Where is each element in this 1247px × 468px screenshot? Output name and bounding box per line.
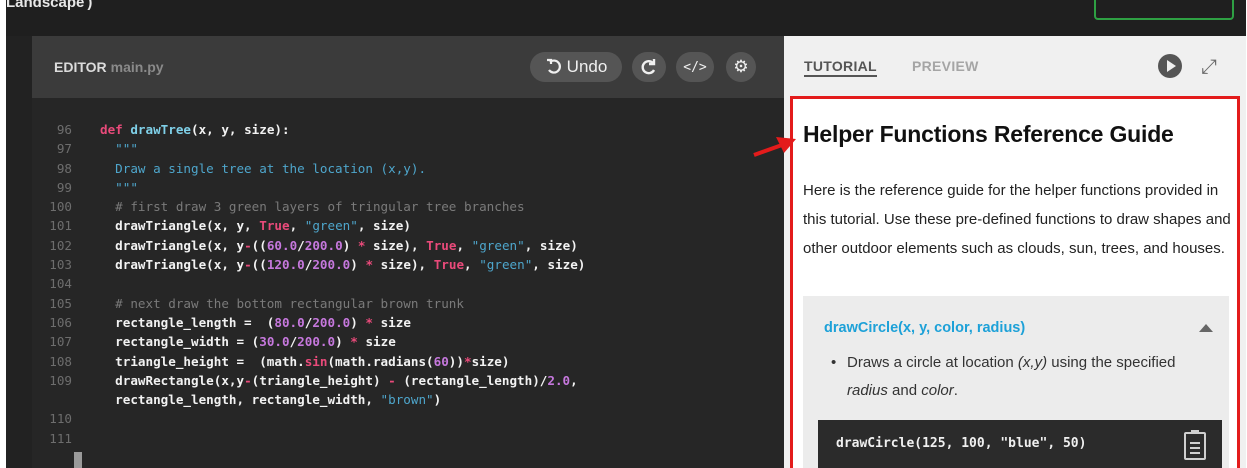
line-number: 106 bbox=[49, 314, 72, 330]
code-line: 105 # next draw the bottom rectangular b… bbox=[32, 294, 784, 313]
editor-filename: main.py bbox=[110, 59, 164, 75]
line-number: 105 bbox=[49, 295, 72, 311]
editor-title: EDITOR main.py bbox=[54, 59, 164, 75]
code-text: triangle_height = (math.sin(math.radians… bbox=[100, 353, 510, 369]
code-text: """ bbox=[100, 141, 138, 157]
undo-label: Undo bbox=[566, 57, 608, 76]
code-text: drawTriangle(x, y-((60.0/200.0) * size),… bbox=[100, 237, 578, 253]
line-number: 100 bbox=[49, 199, 72, 215]
example-code: drawCircle(125, 100, "blue", 50) bbox=[836, 436, 1087, 451]
description-text: Draws a circle at location bbox=[847, 354, 1018, 371]
code-text: """ bbox=[100, 179, 138, 195]
function-card: drawCircle(x, y, color, radius) Draws a … bbox=[803, 296, 1229, 468]
code-text: drawRectangle(x,y-(triangle_height) - (r… bbox=[100, 372, 578, 388]
description-text: and bbox=[887, 382, 922, 399]
line-number: 101 bbox=[49, 218, 72, 234]
settings-button[interactable]: ⚙ bbox=[726, 52, 756, 82]
code-text: rectangle_length, rectangle_width, "brow… bbox=[100, 392, 442, 408]
code-line: 106 rectangle_length = (80.0/200.0) * si… bbox=[32, 313, 784, 332]
code-line: 109 drawRectangle(x,y-(triangle_height) … bbox=[32, 371, 784, 390]
view-code-button[interactable]: </> bbox=[676, 52, 714, 82]
line-number: 96 bbox=[56, 122, 72, 137]
top-bar: Landscape ) bbox=[6, 0, 1246, 36]
code-line: 111 bbox=[32, 429, 784, 448]
line-number: 98 bbox=[56, 160, 72, 176]
code-line: 100 # first draw 3 green layers of tring… bbox=[32, 197, 784, 216]
redo-icon bbox=[641, 59, 656, 75]
tab-tutorial[interactable]: TUTORIAL bbox=[804, 58, 877, 77]
expand-icon[interactable]: ⤢ bbox=[1196, 54, 1222, 80]
annotation-arrow-icon bbox=[753, 137, 796, 157]
undo-icon bbox=[546, 58, 561, 74]
guide-intro: Here is the reference guide for the help… bbox=[803, 182, 1231, 257]
description-text: radius bbox=[847, 382, 888, 399]
code-area[interactable]: 96 def drawTree(x, y, size): 97 """ 98 Dr… bbox=[32, 120, 784, 448]
line-number: 104 bbox=[49, 276, 72, 292]
collapse-icon[interactable] bbox=[1199, 324, 1213, 332]
code-line: 98 Draw a single tree at the location (x… bbox=[32, 159, 784, 178]
code-line: 107 rectangle_width = (30.0/200.0) * siz… bbox=[32, 332, 784, 351]
code-line: rectangle_length, rectangle_width, "brow… bbox=[32, 390, 784, 409]
line-number: 107 bbox=[49, 334, 72, 350]
line-number: 111 bbox=[49, 430, 72, 446]
editor-header: EDITOR main.py Undo </> ⚙ bbox=[32, 36, 784, 98]
code-line: 99 """ bbox=[32, 178, 784, 197]
code-line: 103 drawTriangle(x, y-((120.0/200.0) * s… bbox=[32, 255, 784, 274]
guide-title: Helper Functions Reference Guide bbox=[803, 121, 1174, 147]
line-number: 108 bbox=[49, 353, 72, 369]
code-text: rectangle_width = (30.0/200.0) * size bbox=[100, 334, 396, 350]
tutorial-content: Helper Functions Reference Guide Here is… bbox=[790, 96, 1240, 468]
code-text: # next draw the bottom rectangular brown… bbox=[100, 295, 464, 311]
editor-label: EDITOR bbox=[54, 59, 107, 75]
clipboard-icon[interactable] bbox=[1184, 430, 1206, 460]
code-text: # first draw 3 green layers of tringular… bbox=[100, 199, 525, 215]
redo-button[interactable] bbox=[632, 52, 666, 82]
code-text: Draw a single tree at the location (x,y)… bbox=[100, 160, 427, 176]
line-number: 103 bbox=[49, 257, 72, 273]
code-text: def drawTree(x, y, size): bbox=[100, 122, 290, 137]
line-number: 97 bbox=[56, 141, 72, 157]
line-number: 110 bbox=[49, 411, 72, 427]
code-line: 101 drawTriangle(x, y, True, "green", si… bbox=[32, 216, 784, 235]
panel-tabs: TUTORIAL PREVIEW ⤢ bbox=[784, 36, 1246, 96]
function-signature[interactable]: drawCircle(x, y, color, radius) bbox=[824, 320, 1025, 336]
line-number: 102 bbox=[49, 237, 72, 253]
line-number: 99 bbox=[56, 179, 72, 195]
description-text: using the specified bbox=[1047, 354, 1176, 371]
code-line: 110 bbox=[32, 409, 784, 428]
code-example: drawCircle(125, 100, "blue", 50) bbox=[818, 420, 1222, 468]
code-text: drawTriangle(x, y-((120.0/200.0) * size)… bbox=[100, 257, 586, 273]
function-description: Draws a circle at location (x,y) using t… bbox=[831, 349, 1211, 405]
code-icon: </> bbox=[683, 59, 707, 75]
code-editor[interactable]: EDITOR main.py Undo </> ⚙ 96 def drawTree(… bbox=[32, 36, 784, 468]
project-title: Landscape ) bbox=[6, 0, 93, 11]
code-line: 102 drawTriangle(x, y-((60.0/200.0) * si… bbox=[32, 236, 784, 255]
play-icon[interactable] bbox=[1158, 54, 1182, 78]
gear-icon: ⚙ bbox=[733, 57, 749, 76]
description-text: (x,y) bbox=[1017, 354, 1048, 371]
code-line: 96 def drawTree(x, y, size): bbox=[32, 120, 784, 139]
tab-preview[interactable]: PREVIEW bbox=[912, 58, 979, 74]
undo-button[interactable]: Undo bbox=[530, 52, 622, 82]
top-action-button[interactable] bbox=[1094, 0, 1234, 20]
code-line: 104 bbox=[32, 274, 784, 293]
code-line: 97 """ bbox=[32, 139, 784, 158]
code-text: drawTriangle(x, y, True, "green", size) bbox=[100, 218, 411, 234]
line-number: 109 bbox=[49, 372, 72, 388]
tutorial-panel: TUTORIAL PREVIEW ⤢ Helper Functions Refe… bbox=[784, 36, 1246, 468]
description-text: color bbox=[921, 382, 954, 399]
code-text: rectangle_length = (80.0/200.0) * size bbox=[100, 314, 411, 330]
description-text: . bbox=[953, 382, 958, 399]
text-cursor bbox=[74, 452, 82, 468]
code-line: 108 triangle_height = (math.sin(math.rad… bbox=[32, 352, 784, 371]
